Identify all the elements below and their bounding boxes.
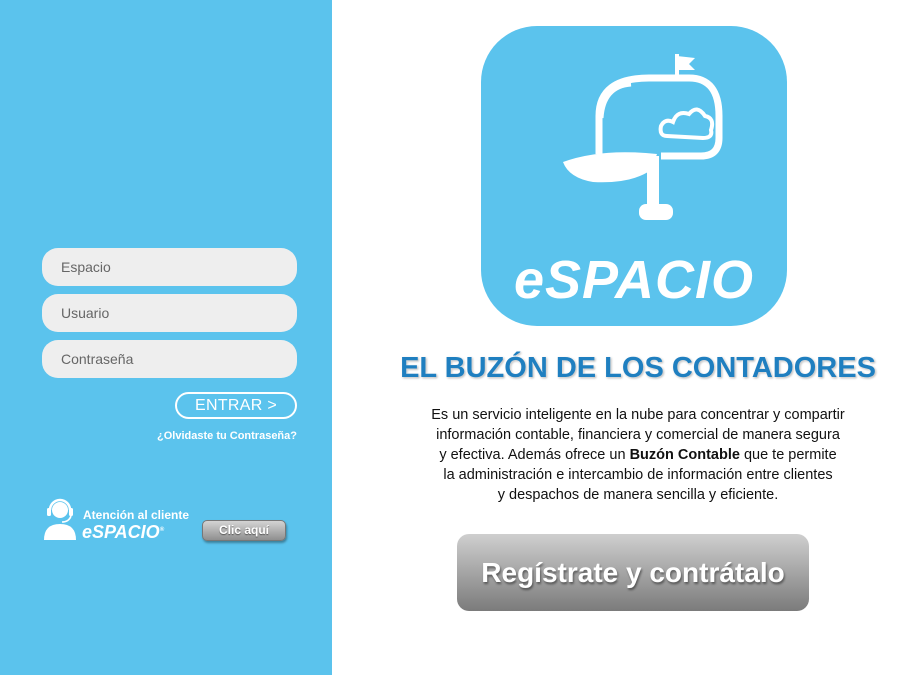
headline: EL BUZÓN DE LOS CONTADORES: [400, 352, 876, 384]
description-line: Es un servicio inteligente en la nube pa…: [431, 407, 845, 423]
mailbox-cloud-icon: [563, 54, 723, 220]
support-brand-text: eSPACIO: [82, 522, 160, 542]
login-panel: ENTRAR > ¿Olvidaste tu Contraseña? Atenc…: [0, 0, 332, 675]
support-label: Atención al cliente: [83, 508, 190, 522]
username-input[interactable]: [42, 294, 297, 332]
description-line: información contable, financiera y comer…: [436, 427, 840, 443]
forgot-password-link[interactable]: ¿Olvidaste tu Contraseña?: [147, 430, 297, 442]
password-input[interactable]: [42, 340, 297, 378]
description-line: y efectiva. Además ofrece un Buzón Conta…: [390, 445, 886, 465]
description-text: y efectiva. Además ofrece un: [439, 447, 630, 463]
trademark-symbol: ®: [159, 527, 165, 533]
support-click-button[interactable]: Clic aquí: [202, 520, 286, 541]
headset-agent-icon: [44, 498, 76, 540]
espacio-logo: eSPACIO: [481, 26, 787, 326]
login-button[interactable]: ENTRAR >: [175, 392, 297, 419]
logo-wordmark: eSPACIO: [513, 250, 755, 310]
register-button[interactable]: Regístrate y contrátalo: [457, 534, 809, 611]
description-line: la administración e intercambio de infor…: [443, 467, 833, 483]
description-highlight: Buzón Contable: [629, 447, 740, 463]
space-input[interactable]: [42, 248, 297, 286]
description-text: que te permite: [739, 447, 837, 463]
description-line: y despachos de manera sencilla y eficien…: [497, 487, 779, 503]
customer-support: Atención al cliente eSPACIO® Clic aquí: [42, 496, 292, 546]
service-description: Es un servicio inteligente en la nube pa…: [390, 405, 886, 505]
support-brand: eSPACIO®: [82, 522, 164, 543]
